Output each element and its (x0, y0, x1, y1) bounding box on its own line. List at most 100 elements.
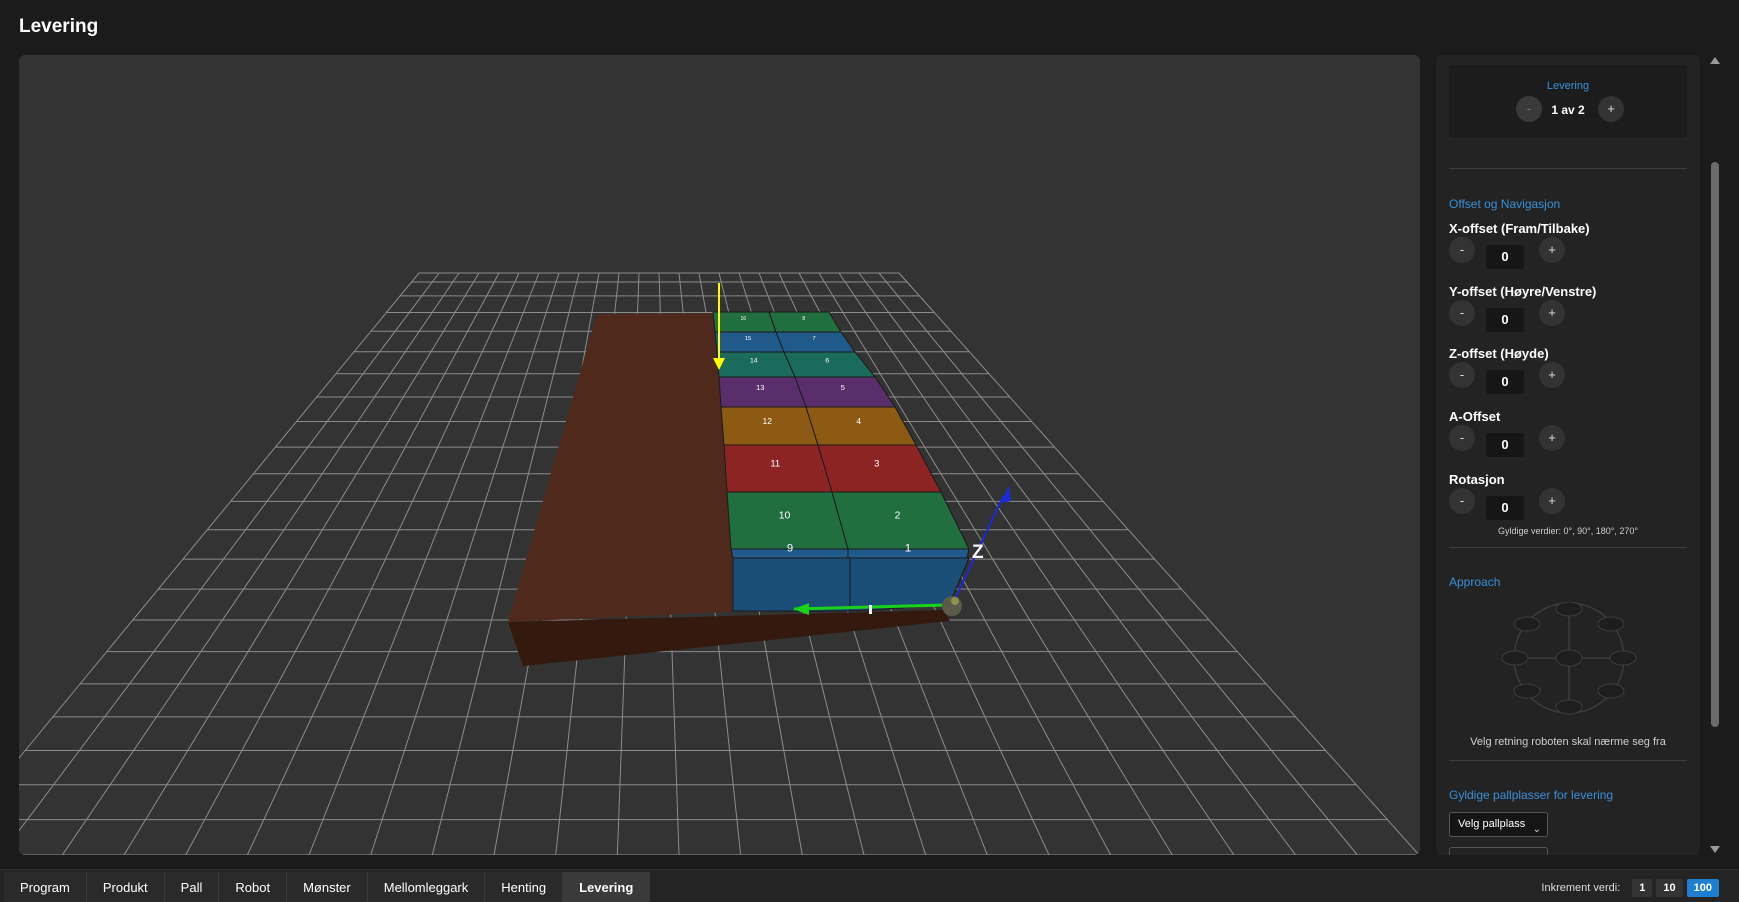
scrollbar-thumb[interactable] (1711, 162, 1719, 727)
box-top (794, 376, 896, 408)
page-title: Levering (19, 16, 99, 37)
approach-west[interactable] (1501, 650, 1529, 666)
divider (1449, 547, 1687, 548)
box-number-label: 12 (762, 416, 772, 426)
increment-1-button[interactable]: 1 (1632, 879, 1653, 897)
delivery-label: Levering (1546, 80, 1590, 92)
a-offset-label: A-Offset (1449, 409, 1501, 424)
increment-100-button[interactable]: 100 (1686, 879, 1719, 897)
box-number-label: 13 (756, 383, 765, 392)
tab-henting[interactable]: Henting (485, 872, 564, 902)
box-number-label: 16 (740, 316, 746, 322)
approach-south[interactable] (1555, 699, 1583, 715)
box-top (712, 311, 777, 333)
tab-robot[interactable]: Robot (219, 872, 288, 902)
increment-selector: Inkrement verdi: 1 10 100 (1541, 879, 1719, 897)
pallet-section-title: Gyldige pallplasser for levering (1449, 788, 1614, 802)
grid-line (123, 272, 480, 855)
grid-line (61, 272, 460, 855)
box-number-label: 11 (770, 459, 780, 470)
box-number-label: 7 (812, 336, 815, 342)
grid-line (19, 272, 420, 759)
grid-line (185, 272, 500, 855)
box-number-label: 14 (750, 358, 758, 365)
approach-east[interactable] (1609, 650, 1637, 666)
chevron-down-icon: ⌄ (1532, 824, 1541, 835)
box-top (720, 406, 819, 446)
box-number-label: 3 (874, 459, 879, 470)
z-offset-increment-button[interactable]: + (1539, 362, 1565, 388)
box-number-label: 15 (745, 336, 752, 342)
box-number-label: 5 (841, 383, 845, 392)
x-tick-marker (869, 605, 872, 614)
approach-north[interactable] (1555, 602, 1583, 617)
box-top (718, 376, 807, 408)
divider (1449, 168, 1687, 169)
grid-line (19, 272, 440, 832)
box-number-label: 4 (856, 416, 861, 426)
scene-canvas[interactable]: 16 8 15 7 14 6 13 5 12 4 11 3 10 2 9 1 Z (19, 55, 1420, 855)
panel-scrollbar[interactable] (1708, 55, 1722, 855)
approach-northeast[interactable] (1597, 616, 1625, 632)
settings-panel: Levering - 1 av 2 + Offset og Navigasjon… (1436, 55, 1700, 855)
tab-levering[interactable]: Levering (563, 872, 651, 902)
a-offset-value[interactable]: 0 (1486, 433, 1524, 457)
rotation-increment-button[interactable]: + (1539, 488, 1565, 514)
approach-hint: Velg retning roboten skal nærme seg fra (1470, 736, 1666, 748)
origin-sphere-highlight (951, 597, 959, 605)
tab-pall[interactable]: Pall (164, 872, 220, 902)
x-offset-value[interactable]: 0 (1486, 245, 1524, 269)
delivery-counter: 1 av 2 (1551, 103, 1585, 117)
box-top (775, 331, 856, 353)
approach-northwest[interactable] (1513, 616, 1541, 632)
tab-program[interactable]: Program (4, 872, 87, 902)
box-number-label: 2 (895, 511, 901, 522)
a-offset-increment-button[interactable]: + (1539, 425, 1565, 451)
y-offset-label: Y-offset (Høyre/Venstre) (1449, 284, 1597, 299)
z-offset-decrement-button[interactable]: - (1449, 362, 1475, 388)
approach-southwest[interactable] (1513, 683, 1541, 699)
z-offset-value[interactable]: 0 (1486, 370, 1524, 394)
box-top (817, 444, 942, 493)
tab-monster[interactable]: Mønster (287, 872, 368, 902)
a-offset-decrement-button[interactable]: - (1449, 425, 1475, 451)
y-offset-value[interactable]: 0 (1486, 308, 1524, 332)
bottom-bar: Program Produkt Pall Robot Mønster Mellomlegg… (0, 869, 1739, 902)
delivery-selector: Levering - 1 av 2 + (1449, 65, 1687, 138)
approach-direction-picker[interactable] (1501, 602, 1637, 720)
app-window: Levering 16 8 15 7 14 6 13 5 12 4 11 3 10 2 9 1 Z Lever… (0, 0, 1739, 902)
tab-mellomleggark[interactable]: Mellomleggark (367, 872, 486, 902)
scroll-down-icon[interactable] (1710, 846, 1720, 853)
y-offset-increment-button[interactable]: + (1539, 300, 1565, 326)
increment-10-button[interactable]: 10 (1656, 879, 1683, 897)
box-number-label: 1 (905, 543, 911, 555)
x-offset-increment-button[interactable]: + (1539, 237, 1565, 263)
pallet-top-face (508, 313, 749, 622)
rotation-value[interactable]: 0 (1486, 496, 1524, 520)
grid-line (308, 272, 540, 855)
next-delivery-button[interactable]: + (1598, 96, 1624, 122)
x-offset-decrement-button[interactable]: - (1449, 237, 1475, 263)
approach-section-title: Approach (1449, 575, 1501, 589)
z-axis-arrow (1001, 485, 1011, 503)
second-select[interactable] (1449, 847, 1548, 855)
grid-line (246, 272, 520, 855)
x-offset-label: X-offset (Fram/Tilbake) (1449, 221, 1590, 236)
y-offset-decrement-button[interactable]: - (1449, 300, 1475, 326)
approach-southeast[interactable] (1597, 683, 1625, 699)
box-top (805, 406, 917, 446)
scroll-up-icon[interactable] (1710, 57, 1720, 64)
divider (1449, 760, 1687, 761)
3d-viewport[interactable]: 16 8 15 7 14 6 13 5 12 4 11 3 10 2 9 1 Z (19, 55, 1420, 855)
box-front-face (732, 557, 851, 612)
z-axis-label: Z (972, 542, 984, 563)
approach-center[interactable] (1555, 649, 1583, 667)
tab-produkt[interactable]: Produkt (86, 872, 165, 902)
rotation-decrement-button[interactable]: - (1449, 488, 1475, 514)
rotation-hint: Gyldige verdier: 0°, 90°, 180°, 270° (1498, 526, 1638, 536)
box-top (783, 351, 877, 378)
rotation-label: Rotasjon (1449, 472, 1505, 487)
pallet-select[interactable]: Velg pallplass ⌄ (1449, 812, 1548, 837)
offset-section-title: Offset og Navigasjon (1449, 197, 1561, 211)
box-top (716, 351, 796, 378)
